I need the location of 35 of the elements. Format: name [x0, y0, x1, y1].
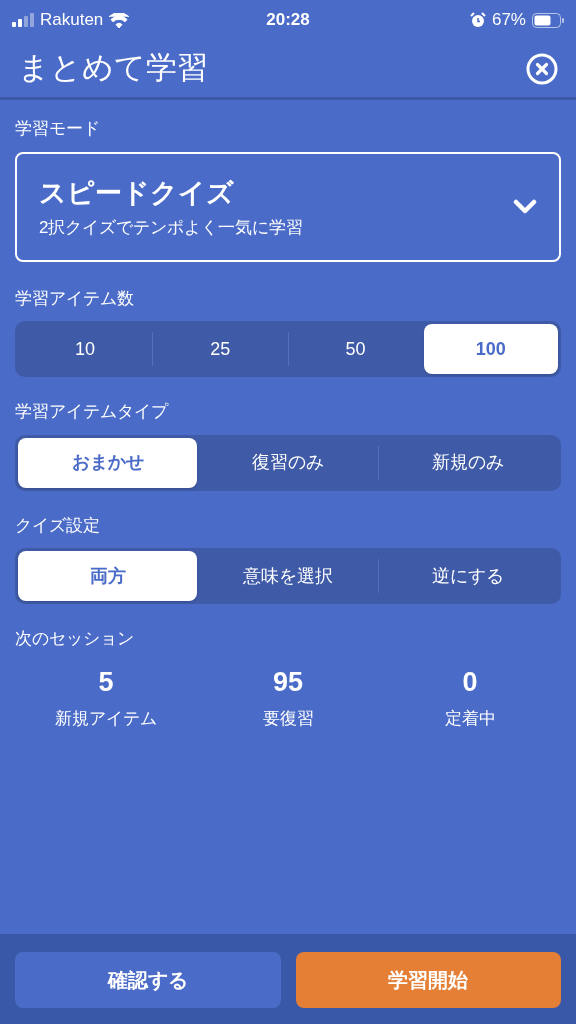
alarm-icon: [469, 12, 486, 28]
battery-icon: [532, 12, 564, 28]
segment-tab[interactable]: 100: [423, 324, 558, 374]
battery-percent: 67%: [491, 9, 526, 32]
stat-value: 0: [462, 665, 478, 699]
segment-tab[interactable]: 逆にする: [378, 551, 558, 601]
stat-label: 新規アイテム: [55, 708, 157, 730]
signal-icon: [12, 13, 34, 27]
carrier-name: Rakuten: [40, 9, 104, 32]
stat-value: 95: [272, 665, 303, 699]
segment-tab[interactable]: おまかせ: [18, 437, 198, 488]
segment-tab[interactable]: 意味を選択: [198, 551, 378, 601]
stat-label: 定着中: [444, 708, 496, 730]
section-label: 学習アイテムタイプ: [15, 401, 170, 423]
segment-tab[interactable]: 両方: [18, 551, 198, 601]
segment-tab[interactable]: 25: [153, 324, 288, 374]
mode-value: スピードクイズ: [39, 176, 235, 210]
segment-tab[interactable]: 新規のみ: [378, 437, 558, 488]
stat-label: 要復習: [262, 708, 314, 730]
section-label: 学習アイテム数: [15, 287, 135, 310]
section-label: クイズ設定: [15, 514, 101, 537]
segment-tab[interactable]: 50: [288, 324, 423, 374]
clock-time: 20:28: [266, 9, 310, 32]
mode-dropdown[interactable]: スピードクイズ 2択クイズでテンポよく一気に学習: [15, 151, 561, 262]
segment-tab[interactable]: 10: [18, 324, 153, 374]
close-button[interactable]: [526, 52, 558, 85]
section-label: 学習モード: [15, 118, 101, 140]
mode-description: 2択クイズでテンポよく一気に学習: [39, 217, 304, 239]
wifi-icon: [109, 12, 130, 28]
chevron-down-icon: [513, 198, 537, 215]
section-label: 次のセッション: [15, 628, 135, 650]
segment-tab[interactable]: 復習のみ: [198, 437, 378, 488]
stat-value: 5: [98, 665, 114, 699]
screen-title: まとめて学習: [18, 49, 208, 88]
confirm-button[interactable]: 確認する: [15, 952, 281, 1008]
